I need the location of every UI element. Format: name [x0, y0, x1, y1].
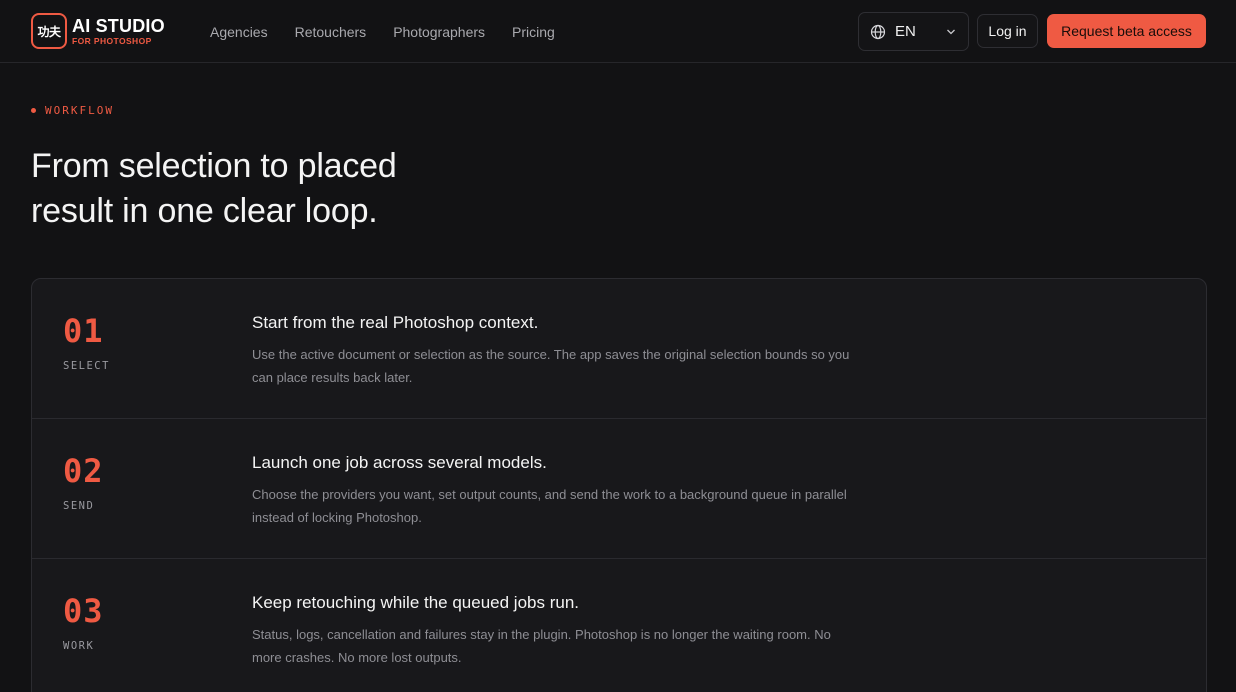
step-number: 02: [63, 452, 104, 490]
step-description-line: Choose the providers you want, set outpu…: [252, 487, 847, 502]
step-label: SELECT: [63, 360, 110, 372]
nav-link-photographers[interactable]: Photographers: [393, 24, 485, 40]
brand-logo[interactable]: 功夫 AI STUDIO FOR PHOTOSHOP: [31, 13, 165, 49]
section-eyebrow: WORKFLOW: [31, 104, 114, 117]
request-beta-button[interactable]: Request beta access: [1047, 14, 1206, 48]
main-nav: Agencies Retouchers Photographers Pricin…: [210, 0, 582, 63]
step-number: 01: [63, 312, 104, 350]
globe-icon: [870, 24, 886, 39]
workflow-step: 02 SEND Launch one job across several mo…: [32, 419, 1206, 559]
headline-line-1: From selection to placed: [31, 147, 397, 185]
site-header: 功夫 AI STUDIO FOR PHOTOSHOP Agencies Reto…: [0, 0, 1236, 63]
step-number: 03: [63, 592, 104, 630]
step-title: Start from the real Photoshop context.: [252, 313, 539, 332]
workflow-step: 01 SELECT Start from the real Photoshop …: [32, 279, 1206, 419]
logo-title: AI STUDIO: [72, 15, 165, 36]
step-label: WORK: [63, 640, 95, 652]
logo-subtitle: FOR PHOTOSHOP: [72, 35, 152, 46]
language-selector[interactable]: EN: [858, 12, 969, 51]
step-label: SEND: [63, 500, 95, 512]
chevron-down-icon: [947, 29, 955, 35]
workflow-steps-card: 01 SELECT Start from the real Photoshop …: [31, 278, 1207, 692]
step-description-line: can place results back later.: [252, 370, 413, 385]
nav-link-pricing[interactable]: Pricing: [512, 24, 555, 40]
headline-line-2: result in one clear loop.: [31, 192, 378, 230]
page-title: From selection to placed result in one c…: [31, 144, 551, 234]
step-description: Choose the providers you want, set outpu…: [252, 483, 912, 529]
language-value: EN: [895, 23, 916, 40]
workflow-step: 03 WORK Keep retouching while the queued…: [32, 559, 1206, 692]
step-description-line: instead of locking Photoshop.: [252, 510, 422, 525]
login-button[interactable]: Log in: [977, 14, 1038, 48]
step-description: Use the active document or selection as …: [252, 343, 912, 389]
step-title: Launch one job across several models.: [252, 453, 547, 472]
step-description-line: more crashes. No more lost outputs.: [252, 650, 462, 665]
step-title: Keep retouching while the queued jobs ru…: [252, 593, 580, 612]
step-description-line: Use the active document or selection as …: [252, 347, 850, 362]
eyebrow-dot: [31, 108, 36, 113]
nav-link-agencies[interactable]: Agencies: [210, 24, 268, 40]
step-description-line: Status, logs, cancellation and failures …: [252, 627, 831, 642]
page: 功夫 AI STUDIO FOR PHOTOSHOP Agencies Reto…: [0, 0, 1236, 692]
eyebrow-label: WORKFLOW: [45, 104, 114, 117]
logo-mark: 功夫: [31, 13, 67, 49]
nav-link-retouchers[interactable]: Retouchers: [295, 24, 367, 40]
step-description: Status, logs, cancellation and failures …: [252, 623, 912, 669]
logo-wordmark: AI STUDIO FOR PHOTOSHOP: [72, 17, 165, 46]
